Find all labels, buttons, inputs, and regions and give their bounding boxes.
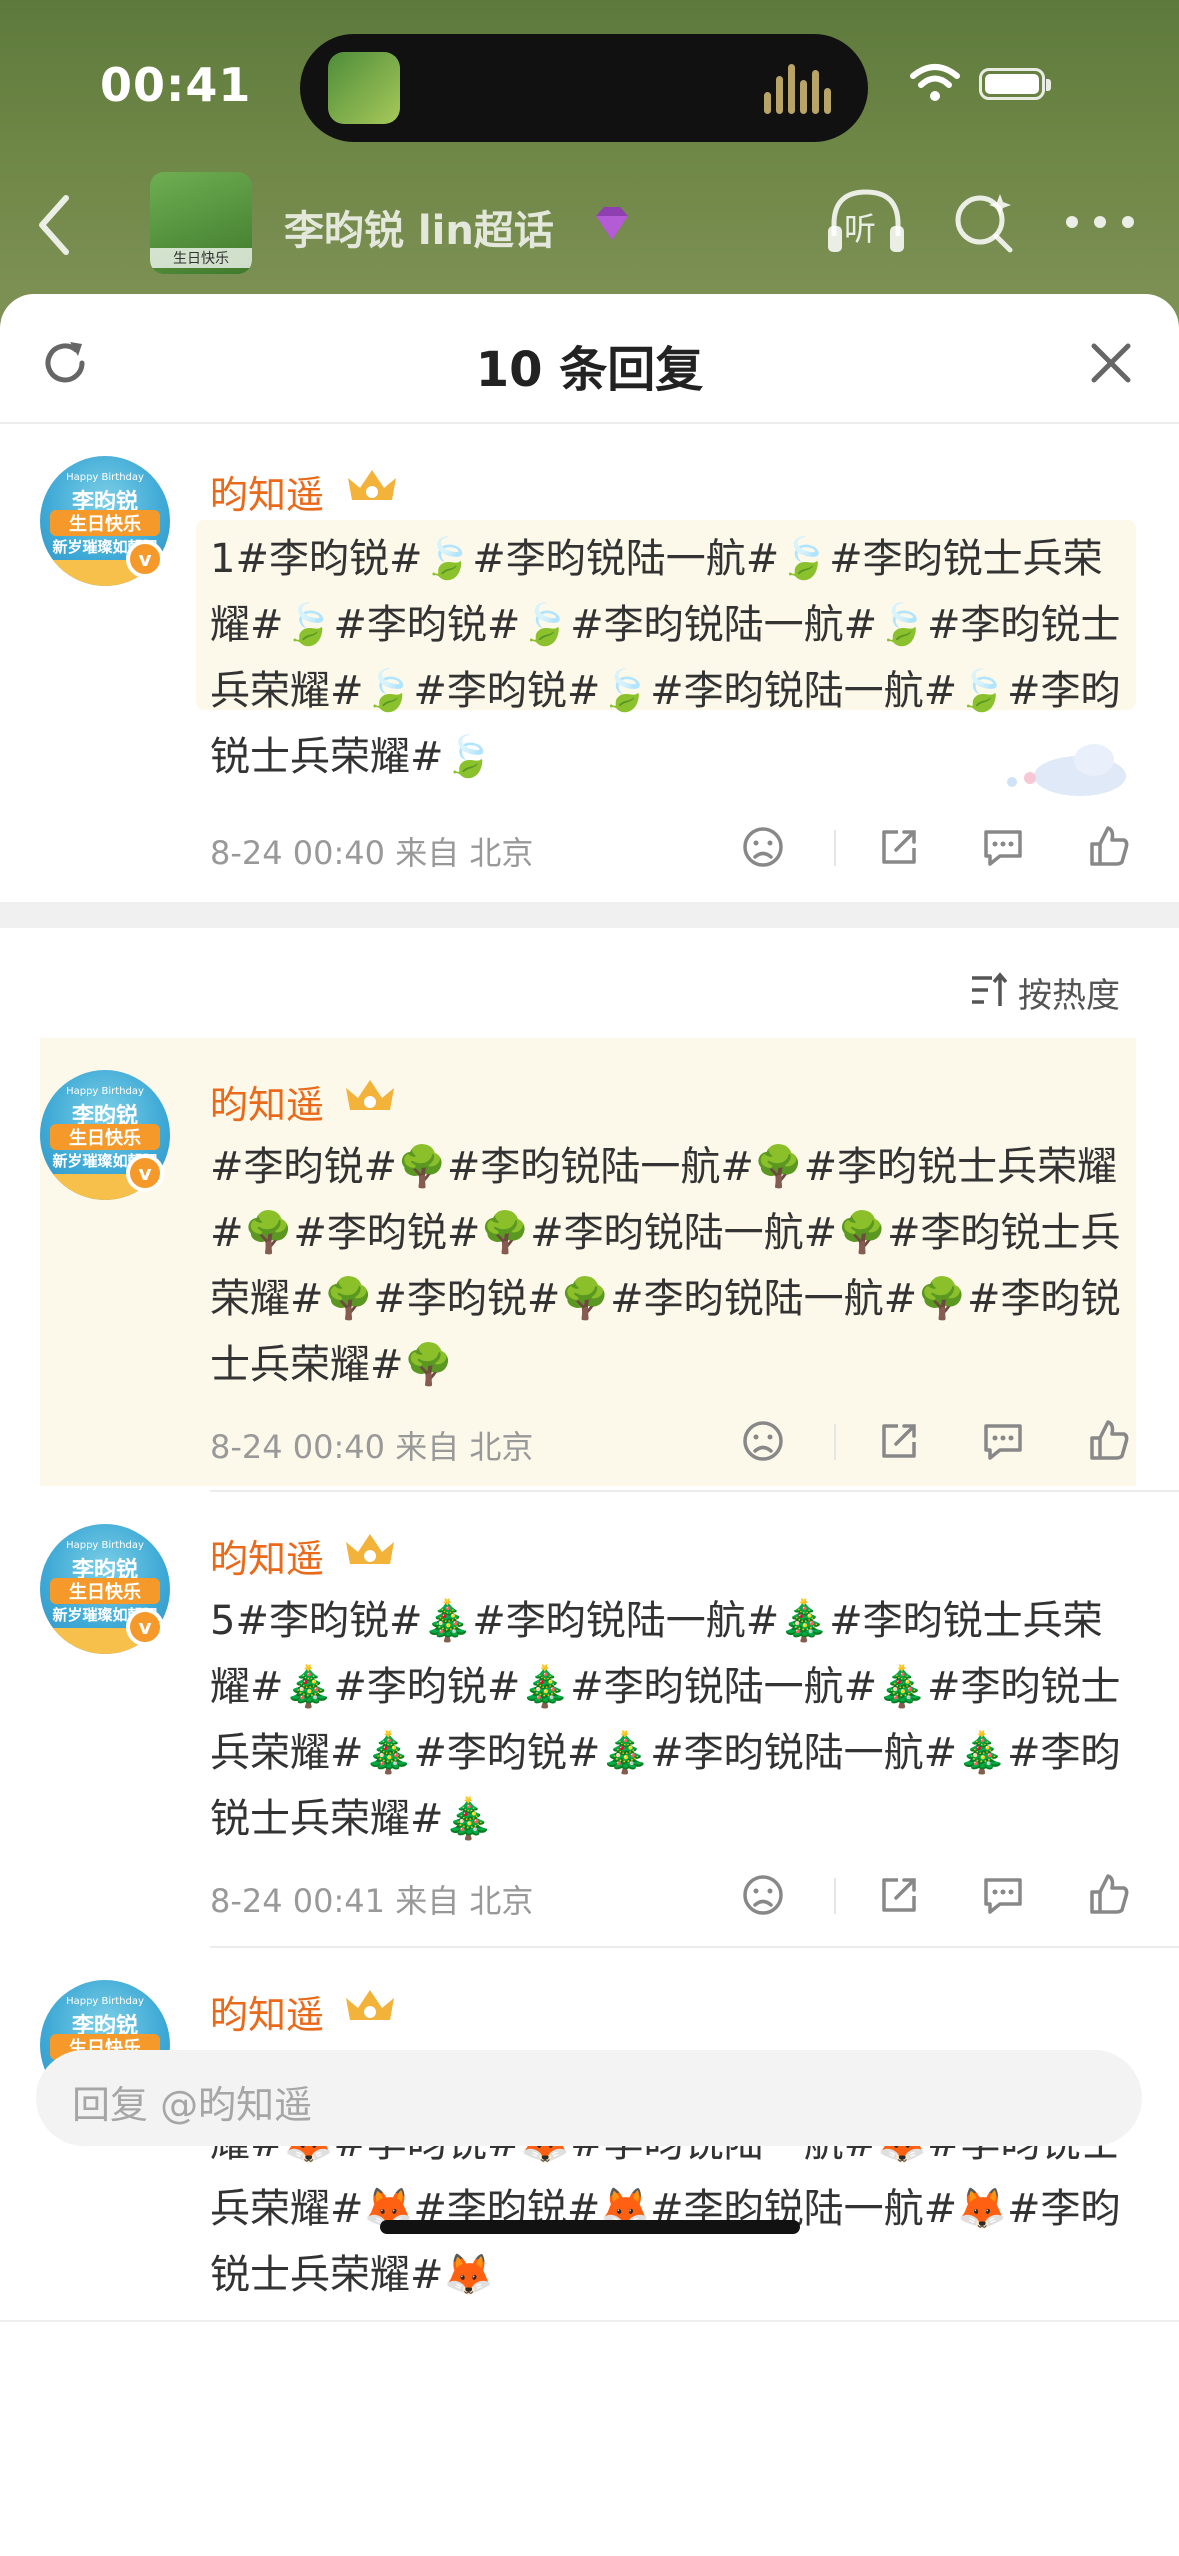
share-icon[interactable] <box>876 1872 922 1918</box>
comment-actions <box>740 1418 1140 1468</box>
status-bar: 00:41 <box>0 0 1179 170</box>
search-icon[interactable] <box>950 190 1016 256</box>
topic-title[interactable]: 李昀锐 lin超话 <box>284 198 554 256</box>
sort-label: 按热度 <box>1018 976 1120 1016</box>
home-indicator[interactable] <box>380 2220 800 2234</box>
sort-toggle[interactable]: 按热度 <box>970 964 1150 1016</box>
comment-text: #李昀锐#🌳#李昀锐陆一航#🌳#李昀锐士兵荣耀#🌳#李昀锐#🌳#李昀锐陆一航#🌳… <box>210 1144 1121 1388</box>
comment-actions <box>740 824 1140 874</box>
divider <box>210 1490 1179 1492</box>
wifi-icon <box>910 64 960 101</box>
username[interactable]: 昀知遥 <box>210 1074 324 1129</box>
username[interactable]: 昀知遥 <box>210 1528 324 1583</box>
dislike-icon[interactable] <box>740 1418 786 1464</box>
super-topic-nav: 生日快乐 李昀锐 lin超话 听 <box>0 160 1179 290</box>
crown-icon <box>346 1080 394 1110</box>
share-icon[interactable] <box>876 1418 922 1464</box>
comment-actions <box>740 1872 1140 1922</box>
section-separator <box>0 902 1179 928</box>
crown-icon <box>346 1990 394 2020</box>
back-arrow-icon[interactable] <box>30 190 80 260</box>
topic-avatar[interactable]: 生日快乐 <box>150 172 252 274</box>
replies-sheet: 10 条回复 Happy Birthday 李昀锐 生日快乐 新岁璀璨如朝阳 v… <box>0 294 1179 2556</box>
battery-icon <box>979 68 1051 100</box>
listen-button[interactable]: 听 <box>824 184 908 260</box>
crown-icon <box>346 1534 394 1564</box>
like-icon[interactable] <box>1086 824 1132 870</box>
verified-badge: v <box>126 540 164 578</box>
dislike-icon[interactable] <box>740 824 786 870</box>
comment-meta: 8-24 00:40 来自 北京 <box>210 834 534 872</box>
gem-icon <box>596 207 628 240</box>
username[interactable]: 昀知遥 <box>210 1984 324 2039</box>
comment-text: 5#李昀锐#🎄#李昀锐陆一航#🎄#李昀锐士兵荣耀#🎄#李昀锐#🎄#李昀锐陆一航#… <box>210 1598 1121 1842</box>
action-divider <box>834 830 836 866</box>
like-icon[interactable] <box>1086 1872 1132 1918</box>
reply-input[interactable]: 回复 @昀知遥 <box>36 2050 1142 2146</box>
username[interactable]: 昀知遥 <box>210 464 324 519</box>
like-icon[interactable] <box>1086 1418 1132 1464</box>
dynamic-island[interactable] <box>300 34 868 142</box>
verified-badge: v <box>126 1608 164 1646</box>
reply-bar-area <box>0 2320 1179 2556</box>
cloud-decoration-icon <box>1007 744 1126 796</box>
crown-icon <box>348 470 396 500</box>
close-icon[interactable] <box>1086 338 1136 388</box>
action-divider <box>834 1878 836 1914</box>
comment-icon[interactable] <box>980 1872 1026 1918</box>
sheet-header: 10 条回复 <box>0 294 1179 424</box>
more-icon[interactable] <box>1066 212 1136 232</box>
action-divider <box>834 1424 836 1460</box>
comment-meta: 8-24 00:40 来自 北京 <box>210 1428 534 1466</box>
now-playing-thumbnail <box>328 52 400 124</box>
status-time: 00:41 <box>100 58 252 112</box>
comment-meta: 8-24 00:41 来自 北京 <box>210 1882 534 1920</box>
comment-icon[interactable] <box>980 1418 1026 1464</box>
comment-icon[interactable] <box>980 824 1026 870</box>
verified-badge: v <box>126 1154 164 1192</box>
reply-placeholder: 回复 @昀知遥 <box>72 2083 313 2127</box>
audio-wave-icon <box>764 64 834 114</box>
share-icon[interactable] <box>876 824 922 870</box>
status-icons <box>909 62 1069 112</box>
sort-icon <box>972 972 1008 1006</box>
dislike-icon[interactable] <box>740 1872 786 1918</box>
sheet-title: 10 条回复 <box>475 342 704 398</box>
divider <box>210 1946 1179 1948</box>
